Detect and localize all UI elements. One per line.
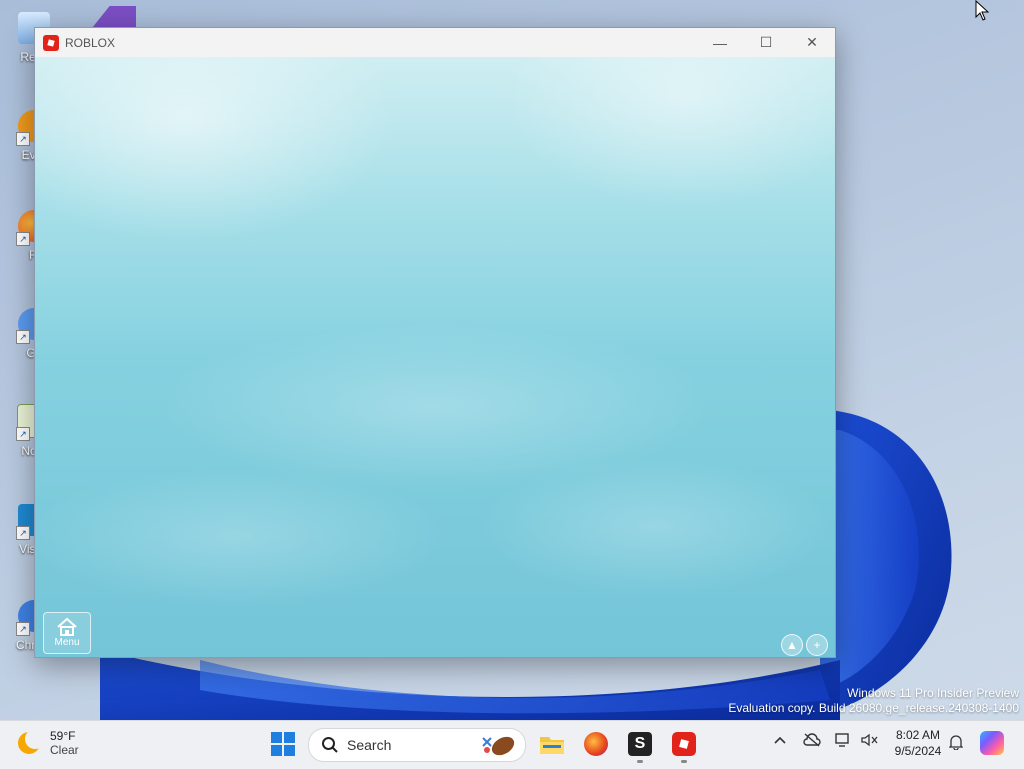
folder-icon [540, 737, 564, 754]
shortcut-arrow-icon: ↗ [16, 232, 30, 246]
search-label: Search [347, 737, 392, 753]
volume-muted-icon[interactable] [861, 733, 879, 750]
camera-up-button[interactable]: ▲ [781, 634, 803, 656]
taskbar-clock[interactable]: 8:02 AM 9/5/2024 [888, 727, 948, 759]
taskbar-file-explorer[interactable] [538, 730, 566, 758]
network-icon[interactable] [835, 733, 851, 750]
minimize-button[interactable]: — [697, 28, 743, 57]
home-icon [57, 617, 77, 636]
shortcut-arrow-icon: ↗ [16, 330, 30, 344]
search-highlight-icon [482, 736, 515, 756]
tray-overflow-chevron-icon[interactable] [774, 733, 786, 748]
roblox-logo-icon [43, 34, 59, 51]
close-button[interactable]: ✕ [789, 28, 835, 57]
menu-label: Menu [54, 637, 80, 648]
roblox-window[interactable]: ROBLOX — ☐ ✕ Menu ▲ + ▼ − [34, 27, 836, 658]
zoom-in-button[interactable]: + [806, 634, 828, 656]
firefox-icon [584, 732, 608, 756]
watermark-line-1: Windows 11 Pro Insider Preview [847, 686, 1019, 700]
maximize-button[interactable]: ☐ [743, 28, 789, 57]
window-titlebar[interactable]: ROBLOX — ☐ ✕ [35, 28, 835, 57]
running-indicator [637, 760, 643, 763]
shortcut-arrow-icon: ↗ [16, 132, 30, 146]
plus-icon: + [813, 638, 821, 652]
shortcut-arrow-icon: ↗ [16, 427, 30, 441]
taskbar-roblox[interactable] [670, 730, 698, 758]
mouse-cursor-icon [975, 0, 989, 21]
taskbar-firefox[interactable] [582, 730, 610, 758]
notification-bell-icon[interactable] [948, 734, 964, 753]
moon-icon [18, 729, 45, 754]
menu-button[interactable]: Menu [43, 612, 91, 654]
triangle-up-icon: ▲ [786, 638, 798, 652]
weather-temp: 59°F [50, 729, 76, 743]
shortcut-arrow-icon: ↗ [16, 526, 30, 540]
onedrive-icon[interactable] [803, 733, 821, 750]
weather-widget[interactable]: 59°F Clear [18, 729, 79, 757]
letter-s-icon: S [628, 732, 652, 756]
roblox-icon [672, 732, 696, 756]
clock-time: 8:02 AM [895, 728, 941, 742]
shortcut-arrow-icon: ↗ [16, 622, 30, 636]
windows-logo-icon [271, 732, 282, 743]
copilot-icon[interactable] [980, 731, 1004, 755]
taskbar-search[interactable]: Search [308, 728, 526, 762]
running-indicator [681, 760, 687, 763]
clock-date: 9/5/2024 [894, 744, 942, 758]
search-icon [322, 737, 338, 753]
taskbar-app-s[interactable]: S [626, 730, 654, 758]
start-button[interactable] [271, 732, 295, 756]
watermark-line-2: Evaluation copy. Build 26080.ge_release.… [728, 701, 1019, 715]
window-title: ROBLOX [65, 35, 116, 50]
game-viewport[interactable]: Menu ▲ + ▼ − [35, 57, 835, 657]
weather-condition: Clear [50, 743, 79, 757]
